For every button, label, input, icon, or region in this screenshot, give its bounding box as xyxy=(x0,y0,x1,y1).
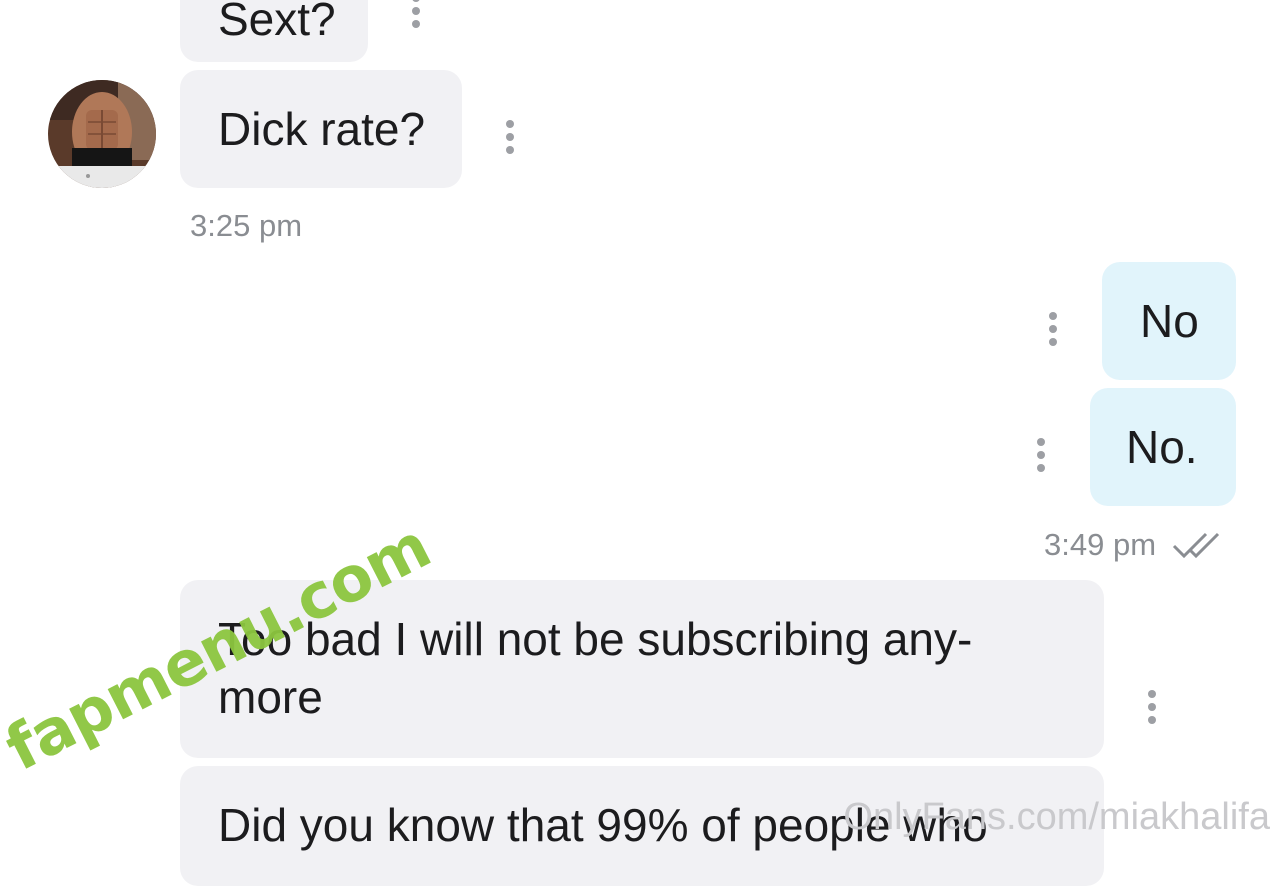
avatar-photo xyxy=(48,80,156,188)
message-options-icon[interactable] xyxy=(1147,690,1157,724)
message-text-line: more xyxy=(218,671,323,723)
message-bubble-incoming[interactable]: Sext? xyxy=(180,0,368,62)
message-timestamp: 3:25 pm xyxy=(190,208,303,243)
message-bubble-outgoing[interactable]: No xyxy=(1102,262,1236,380)
message-options-icon[interactable] xyxy=(411,0,421,28)
profile-watermark: OnlyFans.com/miakhalifa xyxy=(843,796,1270,838)
double-check-icon xyxy=(1172,532,1220,559)
avatar[interactable] xyxy=(48,80,156,188)
message-text: No xyxy=(1140,295,1199,347)
message-bubble-incoming[interactable]: Dick rate? xyxy=(180,70,462,188)
message-text: No. xyxy=(1126,421,1198,473)
message-bubble-outgoing[interactable]: No. xyxy=(1090,388,1236,506)
message-options-icon[interactable] xyxy=(1036,438,1046,472)
message-timestamp: 3:49 pm xyxy=(1044,527,1157,562)
message-text: Sext? xyxy=(218,0,336,45)
message-text: Dick rate? xyxy=(218,103,426,155)
message-options-icon[interactable] xyxy=(505,120,515,154)
message-options-icon[interactable] xyxy=(1048,312,1058,346)
